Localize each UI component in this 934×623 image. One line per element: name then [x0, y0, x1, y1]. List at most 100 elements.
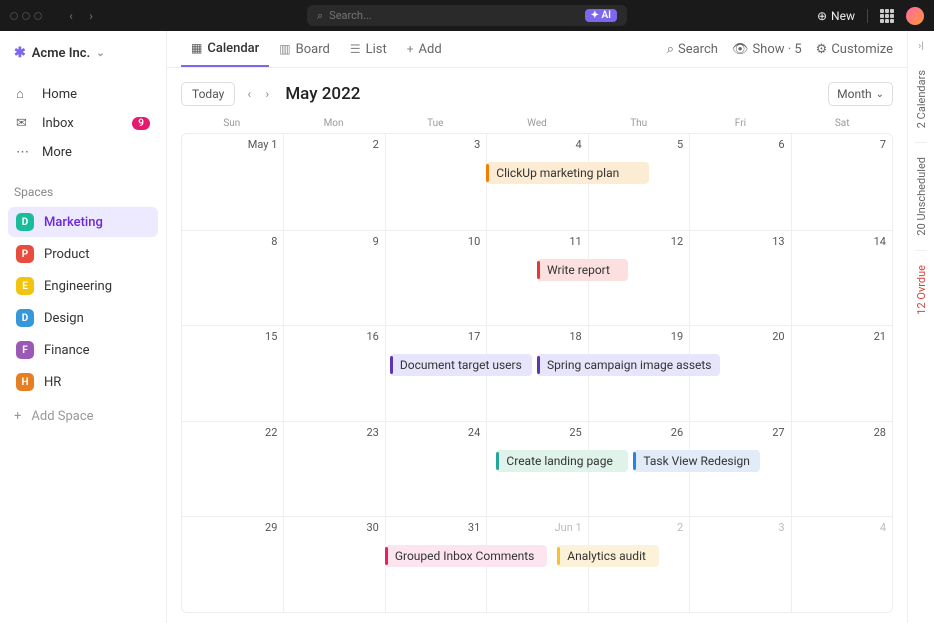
- nav-label: Inbox: [42, 116, 74, 131]
- add-space-button[interactable]: + Add Space: [0, 399, 166, 434]
- day-cell[interactable]: 16: [283, 326, 384, 421]
- day-cell[interactable]: 3: [385, 134, 486, 230]
- nav-badge: 9: [132, 117, 150, 130]
- day-cell[interactable]: 30: [283, 517, 384, 612]
- view-action-search[interactable]: ⌕Search: [667, 42, 718, 57]
- calendar-event[interactable]: Spring campaign image assets: [537, 354, 720, 376]
- calendar-event[interactable]: Create landing page: [496, 450, 628, 472]
- day-cell[interactable]: 14: [791, 231, 892, 326]
- nav-item-more[interactable]: ⋯More: [8, 138, 158, 167]
- space-label: HR: [44, 375, 61, 390]
- search-icon: ⌕: [667, 42, 674, 57]
- day-cell[interactable]: 21: [791, 326, 892, 421]
- space-icon: H: [16, 373, 34, 391]
- ai-pill[interactable]: ✦ AI: [585, 9, 617, 22]
- nav-item-home[interactable]: ⌂Home: [8, 79, 158, 109]
- day-header: Wed: [486, 114, 588, 133]
- day-cell[interactable]: 2: [283, 134, 384, 230]
- side-tab[interactable]: 12 Ovrdue: [915, 261, 928, 319]
- workspace-name: Acme Inc.: [32, 46, 90, 61]
- day-cell[interactable]: 13: [689, 231, 790, 326]
- day-headers: SunMonTueWedThuFriSat: [181, 114, 893, 133]
- view-tab-calendar[interactable]: ▦Calendar: [181, 31, 269, 67]
- prev-month-button[interactable]: ‹: [241, 87, 257, 101]
- space-item-product[interactable]: PProduct: [8, 239, 158, 269]
- plus-icon: +: [14, 409, 21, 424]
- plus-circle-icon: ⊕: [817, 9, 827, 23]
- space-item-engineering[interactable]: EEngineering: [8, 271, 158, 301]
- day-cell[interactable]: 29: [182, 517, 283, 612]
- apps-icon[interactable]: [880, 9, 894, 23]
- month-label: May 2022: [285, 84, 360, 104]
- view-tab-board[interactable]: ▥Board: [269, 31, 340, 67]
- search-input[interactable]: [329, 9, 584, 22]
- event-color-bar: [537, 261, 540, 279]
- space-item-finance[interactable]: FFinance: [8, 335, 158, 365]
- day-cell[interactable]: May 1: [182, 134, 283, 230]
- search-icon: ⌕: [317, 9, 323, 23]
- week-row: 15161718192021Document target usersSprin…: [182, 325, 892, 421]
- global-search[interactable]: ⌕ ✦ AI: [307, 5, 627, 26]
- calendar-event[interactable]: Task View Redesign: [633, 450, 760, 472]
- day-cell[interactable]: 10: [385, 231, 486, 326]
- nav-label: Home: [42, 87, 77, 102]
- list-icon: ☰: [350, 42, 361, 56]
- chevron-down-icon: ⌄: [876, 89, 884, 100]
- separator: [915, 250, 927, 251]
- event-color-bar: [537, 356, 540, 374]
- user-avatar[interactable]: [906, 7, 924, 25]
- new-button[interactable]: ⊕New: [817, 9, 855, 23]
- view-action-show[interactable]: 👁Show · 5: [732, 42, 802, 57]
- nav-item-inbox[interactable]: ✉ Inbox 9: [8, 109, 158, 138]
- view-tabs: ▦Calendar▥Board ☰ List +Add ⌕Search 👁Show · …: [167, 31, 907, 68]
- forward-button[interactable]: ›: [82, 9, 100, 23]
- space-item-design[interactable]: DDesign: [8, 303, 158, 333]
- space-item-hr[interactable]: H HR: [8, 367, 158, 397]
- day-cell[interactable]: 9: [283, 231, 384, 326]
- space-icon: E: [16, 277, 34, 295]
- board-icon: ▥: [279, 42, 290, 56]
- calendar-event[interactable]: Write report: [537, 259, 628, 281]
- next-month-button[interactable]: ›: [259, 87, 275, 101]
- view-tab-label: List: [366, 42, 387, 57]
- view-action-customize[interactable]: ⚙Customize: [816, 42, 893, 57]
- calendar-event[interactable]: Document target users: [390, 354, 532, 376]
- space-icon: P: [16, 245, 34, 263]
- week-row: 22232425262728Create landing pageTask Vi…: [182, 421, 892, 517]
- day-cell[interactable]: 3: [689, 517, 790, 612]
- today-button[interactable]: Today: [181, 82, 235, 106]
- day-cell[interactable]: 24: [385, 422, 486, 517]
- day-cell[interactable]: 22: [182, 422, 283, 517]
- day-cell[interactable]: 7: [791, 134, 892, 230]
- plus-icon: +: [407, 42, 414, 56]
- event-color-bar: [496, 452, 499, 470]
- calendar-event[interactable]: ClickUp marketing plan: [486, 162, 648, 184]
- event-color-bar: [385, 547, 388, 565]
- day-cell[interactable]: 8: [182, 231, 283, 326]
- window-controls[interactable]: [10, 12, 42, 20]
- calendar-grid: SunMonTueWedThuFriSat May 1234567ClickUp…: [167, 114, 907, 623]
- right-panel: ›| 2 Calendars 20 Unscheduled 12 Ovrdue: [907, 31, 934, 623]
- calendar-event[interactable]: Analytics audit: [557, 545, 658, 567]
- side-tab[interactable]: 2 Calendars: [915, 66, 928, 132]
- side-tab[interactable]: 20 Unscheduled: [915, 153, 928, 240]
- view-tab-list[interactable]: ☰ List: [340, 31, 397, 67]
- day-cell[interactable]: 15: [182, 326, 283, 421]
- day-cell[interactable]: 6: [689, 134, 790, 230]
- back-button[interactable]: ‹: [62, 9, 80, 23]
- inbox-icon: ✉: [16, 116, 32, 131]
- titlebar: ‹ › ⌕ ✦ AI ⊕New: [0, 0, 934, 31]
- view-tab-add[interactable]: +Add: [397, 31, 452, 67]
- space-item-marketing[interactable]: DMarketing: [8, 207, 158, 237]
- collapse-panel-button[interactable]: ›|: [918, 41, 923, 52]
- day-cell[interactable]: 23: [283, 422, 384, 517]
- event-label: Document target users: [400, 358, 522, 372]
- workspace-switcher[interactable]: ✱ Acme Inc. ⌄: [0, 31, 166, 75]
- day-cell[interactable]: 4: [791, 517, 892, 612]
- day-cell[interactable]: 28: [791, 422, 892, 517]
- event-label: Spring campaign image assets: [547, 358, 712, 372]
- view-range-selector[interactable]: Month⌄: [828, 82, 893, 106]
- space-icon: F: [16, 341, 34, 359]
- calendar-event[interactable]: Grouped Inbox Comments: [385, 545, 547, 567]
- space-icon: D: [16, 309, 34, 327]
